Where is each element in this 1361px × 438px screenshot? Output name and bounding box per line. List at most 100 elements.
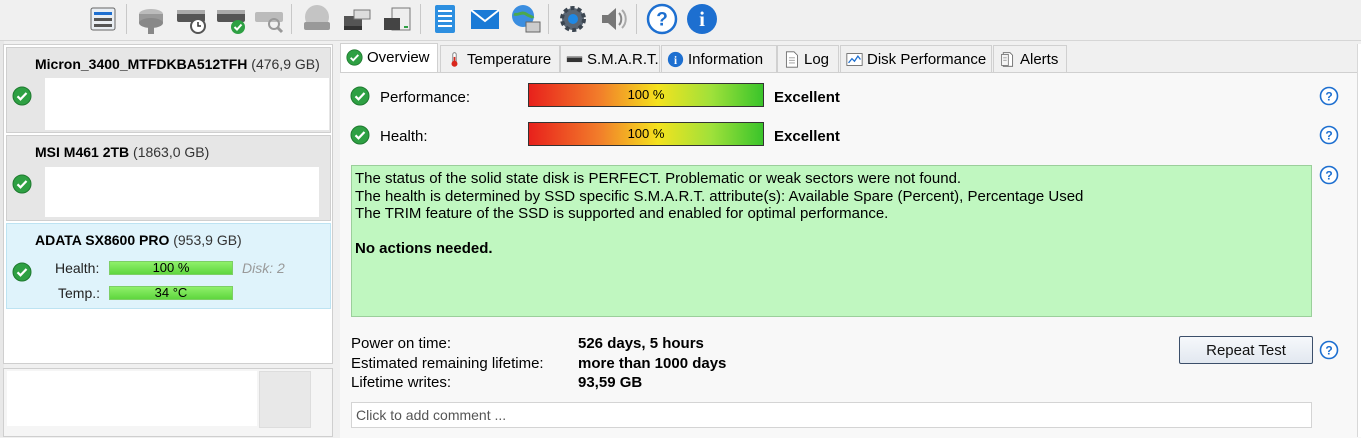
disk-title: ADATA SX8600 PRO (953,9 GB) — [35, 232, 242, 248]
health-mini-bar: 100 % — [109, 261, 233, 275]
disk-name: MSI M461 2TB — [35, 144, 130, 160]
disk-card-micron[interactable]: Micron_3400_MTFDKBA512TFH (476,9 GB) — [6, 47, 331, 133]
toolbar-separator — [636, 4, 637, 34]
health-bar: 100 % — [528, 122, 764, 146]
mail-icon[interactable] — [468, 2, 502, 36]
disk-gray-icon[interactable] — [300, 2, 334, 36]
tab-label: Overview — [367, 49, 430, 66]
tab-label: Log — [804, 51, 830, 68]
tab-overview[interactable]: Overview — [340, 43, 438, 72]
status-line: The status of the solid state disk is PE… — [355, 170, 962, 187]
remaining-lifetime-value: more than 1000 days — [578, 355, 727, 372]
comment-input[interactable] — [351, 402, 1312, 428]
repeat-test-button[interactable]: Repeat Test — [1179, 336, 1313, 364]
status-action: No actions needed. — [355, 239, 493, 257]
help-icon[interactable]: ? — [1319, 86, 1339, 106]
svg-text:?: ? — [1325, 344, 1332, 358]
toolbar-separator — [126, 4, 127, 34]
settings-gear-icon[interactable] — [556, 2, 590, 36]
tab-information[interactable]: i Information — [661, 45, 777, 72]
tab-disk-performance[interactable]: Disk Performance — [840, 45, 992, 72]
temp-mini-bar: 34 °C — [109, 286, 233, 300]
help-icon[interactable]: ? — [1319, 340, 1339, 360]
toolbar-separator — [548, 4, 549, 34]
info-icon: i — [667, 51, 684, 68]
svg-text:i: i — [674, 55, 677, 67]
globe-monitor-icon[interactable] — [508, 2, 542, 36]
svg-text:?: ? — [1325, 169, 1332, 183]
health-check-icon — [350, 125, 370, 145]
disk-clock-icon[interactable] — [174, 2, 208, 36]
tab-label: Disk Performance — [867, 51, 987, 68]
check-icon — [12, 86, 32, 106]
lifetime-writes-label: Lifetime writes: — [351, 374, 452, 391]
svg-text:?: ? — [656, 10, 668, 31]
svg-text:?: ? — [1325, 90, 1332, 104]
disk-wrench-icon[interactable] — [134, 2, 168, 36]
window-right-edge — [1357, 44, 1361, 437]
drive-icon — [566, 56, 583, 63]
toolbar-separator — [420, 4, 421, 34]
help-icon[interactable]: ? — [645, 2, 679, 36]
thermometer-icon — [451, 52, 458, 67]
disk-check-icon[interactable] — [214, 2, 248, 36]
disk-graph-area — [45, 167, 319, 217]
lower-panel — [3, 368, 333, 437]
toolbar: ? i — [0, 0, 1361, 41]
disk-list: Micron_3400_MTFDKBA512TFH (476,9 GB) MSI… — [3, 44, 333, 364]
tab-log[interactable]: Log — [777, 45, 839, 72]
disk-name: Micron_3400_MTFDKBA512TFH — [35, 56, 248, 72]
performance-rating: Excellent — [774, 89, 840, 106]
temp-label: Temp.: — [58, 285, 101, 301]
svg-text:i: i — [699, 7, 705, 31]
disk-title: Micron_3400_MTFDKBA512TFH (476,9 GB) — [35, 56, 320, 72]
tab-smart[interactable]: S.M.A.R.T. — [560, 45, 660, 72]
tab-bar: Overview Temperature S.M.A.R.T. i Inform… — [340, 43, 1361, 72]
disks-stack-icon[interactable] — [340, 2, 374, 36]
disk-graph-area — [45, 78, 329, 130]
document-icon — [785, 51, 798, 68]
performance-bar: 100 % — [528, 83, 764, 107]
disk-card-msi[interactable]: MSI M461 2TB (1863,0 GB) — [6, 135, 331, 221]
health-label: Health: — [55, 260, 100, 276]
info-icon[interactable]: i — [685, 2, 719, 36]
tab-label: S.M.A.R.T. — [587, 51, 659, 68]
lifetime-writes-value: 93,59 GB — [578, 374, 643, 391]
alerts-icon — [1001, 52, 1014, 67]
disk-size: (953,9 GB) — [173, 232, 242, 248]
performance-label: Performance: — [380, 89, 471, 106]
disk-size: (1863,0 GB) — [133, 144, 210, 160]
toolbar-separator — [291, 4, 292, 34]
chart-icon — [846, 53, 863, 66]
performance-check-icon — [350, 86, 370, 106]
tab-label: Information — [688, 51, 764, 68]
disk-search-icon[interactable] — [252, 2, 286, 36]
health-label: Health: — [380, 128, 428, 145]
disk-title: MSI M461 2TB (1863,0 GB) — [35, 144, 209, 160]
tab-label: Temperature — [467, 51, 552, 68]
tab-temperature[interactable]: Temperature — [440, 45, 560, 72]
disk-size: (476,9 GB) — [251, 56, 320, 72]
help-icon[interactable]: ? — [1319, 165, 1339, 185]
power-on-time-label: Power on time: — [351, 335, 452, 352]
tab-label: Alerts — [1020, 51, 1059, 68]
disk-name: ADATA SX8600 PRO — [35, 232, 170, 248]
check-icon — [12, 262, 32, 282]
remaining-lifetime-label: Estimated remaining lifetime: — [351, 355, 544, 372]
lower-panel-area — [7, 371, 257, 426]
speaker-icon[interactable] — [596, 2, 630, 36]
check-icon — [346, 49, 363, 66]
disk-number: Disk: 2 — [242, 260, 285, 276]
disk-card-adata[interactable]: ADATA SX8600 PRO (953,9 GB) Health: 100 … — [6, 223, 331, 309]
help-icon[interactable]: ? — [1319, 125, 1339, 145]
lower-panel-side — [259, 371, 311, 428]
check-icon — [12, 174, 32, 194]
status-line: The health is determined by SSD specific… — [355, 187, 1084, 205]
power-on-time-value: 526 days, 5 hours — [578, 335, 704, 352]
disk-drive-icon[interactable] — [380, 2, 414, 36]
disk-list-icon[interactable] — [86, 2, 120, 36]
svg-text:?: ? — [1325, 129, 1332, 143]
tab-alerts[interactable]: Alerts — [993, 45, 1067, 72]
health-rating: Excellent — [774, 128, 840, 145]
notepad-icon[interactable] — [428, 2, 462, 36]
